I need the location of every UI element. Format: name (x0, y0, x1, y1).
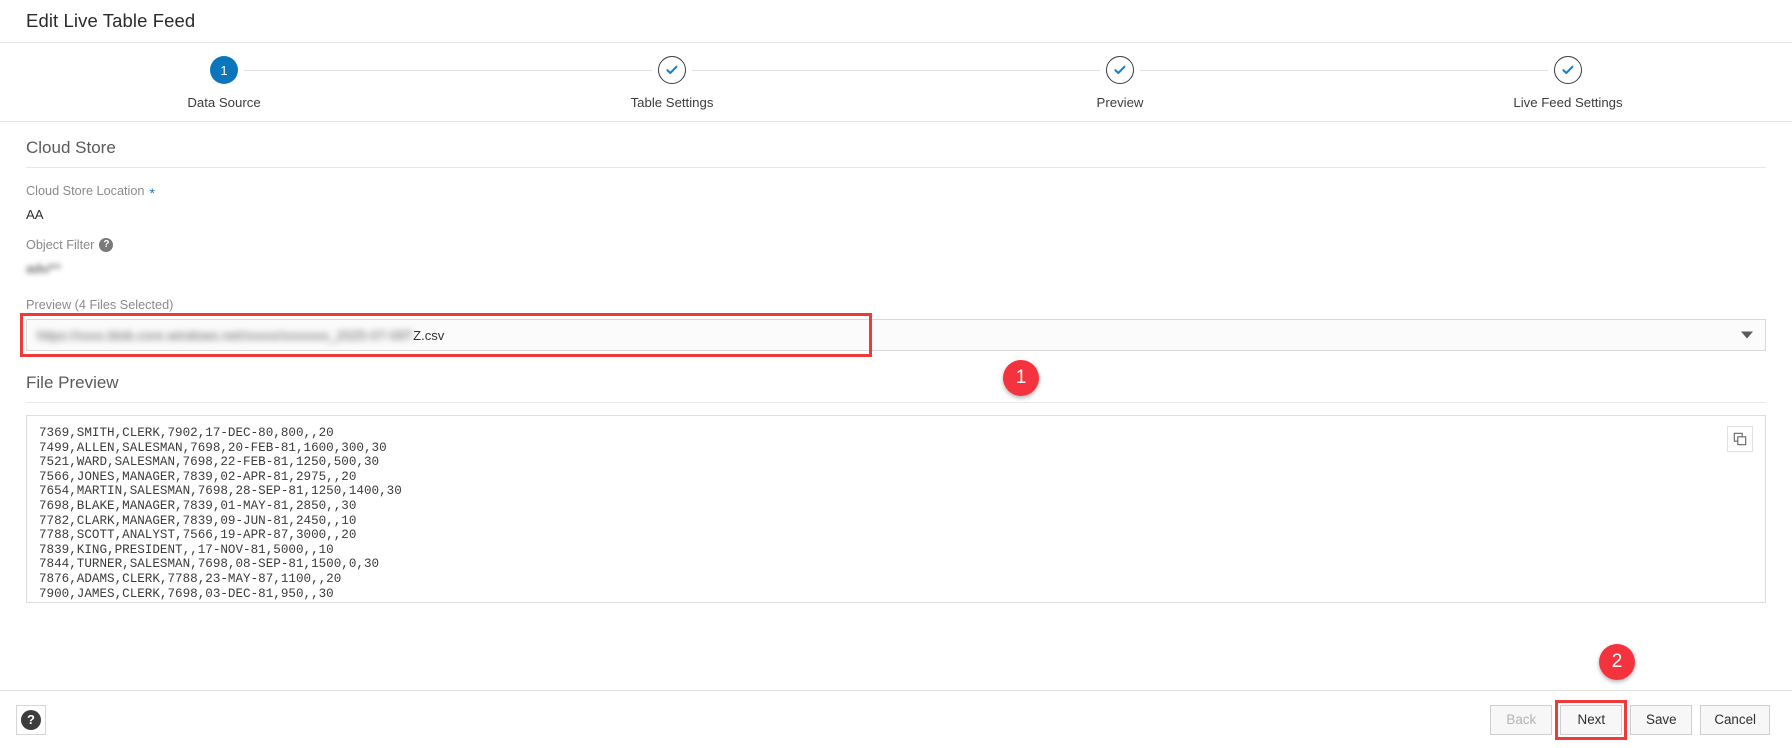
wizard-step-label: Table Settings (630, 95, 714, 110)
wizard-step-data-source[interactable]: 1 Data Source (0, 43, 448, 110)
field-label-text: Object Filter (26, 238, 95, 252)
dialog-footer: ? Back Next Save Cancel (0, 690, 1792, 748)
step-connector-left (896, 70, 1100, 71)
check-icon (1562, 65, 1574, 75)
annotation-badge-2: 2 (1599, 644, 1635, 680)
step-marker-1: 1 (210, 56, 238, 84)
preview-files-selected-label: Preview (4 Files Selected) (26, 298, 174, 312)
wizard-step-live-feed-settings[interactable]: Live Feed Settings (1344, 43, 1792, 110)
check-icon (666, 65, 678, 75)
question-mark-icon: ? (21, 709, 41, 730)
save-button[interactable]: Save (1630, 704, 1693, 735)
cloud-store-location-value: AA (26, 207, 44, 222)
footer-actions: Back Next Save Cancel (1490, 699, 1776, 740)
field-label: Cloud Store Location * (26, 184, 1766, 201)
field-label-text: Cloud Store Location (26, 184, 145, 198)
question-mark-icon[interactable]: ? (99, 238, 114, 252)
file-preview-code-box[interactable]: 7369,SMITH,CLERK,7902,17-DEC-80,800,,20 … (26, 415, 1766, 603)
step-connector-left (1344, 70, 1548, 71)
field-object-filter: Object Filter ? adv/** (26, 238, 1766, 276)
preview-file-select-row: https://xxxx.blob.core.windows.net/xxxxx… (20, 313, 1766, 357)
preview-file-visible-tail: Z.csv (413, 327, 445, 343)
help-button[interactable]: ? (16, 704, 46, 735)
page-title: Edit Live Table Feed (26, 10, 196, 31)
step-connector-left (448, 70, 652, 71)
section-title-cloud-store: Cloud Store (26, 122, 1766, 168)
step-marker-check-icon (1554, 56, 1582, 84)
step-connector-right (1140, 70, 1344, 71)
preview-file-select[interactable]: https://xxxx.blob.core.windows.net/xxxxx… (26, 319, 1766, 351)
preview-file-selector-block: Preview (4 Files Selected) https://xxxx.… (20, 298, 1766, 357)
dialog-title-bar: Edit Live Table Feed (0, 0, 1792, 42)
field-cloud-store-location: Cloud Store Location * AA (26, 184, 1766, 222)
edit-live-table-feed-dialog: Edit Live Table Feed 1 Data Source Table… (0, 0, 1792, 748)
wizard-stepper: 1 Data Source Table Settings Preview Liv… (0, 42, 1792, 122)
wizard-step-label: Preview (1096, 95, 1144, 110)
copy-icon (1733, 432, 1747, 446)
field-label: Object Filter ? (26, 238, 1766, 252)
wizard-step-label: Live Feed Settings (1513, 95, 1623, 110)
chevron-down-icon[interactable] (1741, 331, 1753, 339)
next-button[interactable]: Next (1560, 704, 1623, 735)
object-filter-redacted-value: adv/** (26, 261, 62, 276)
step-connector-right (692, 70, 896, 71)
section-title-file-preview: File Preview (26, 351, 1766, 403)
object-filter-value: adv/** (26, 261, 1766, 276)
check-icon (1114, 65, 1126, 75)
preview-file-redacted-value: https://xxxx.blob.core.windows.net/xxxxx… (37, 327, 414, 343)
cancel-button[interactable]: Cancel (1700, 704, 1770, 735)
dialog-body: Cloud Store Cloud Store Location * AA Ob… (0, 122, 1792, 603)
back-button[interactable]: Back (1490, 704, 1553, 735)
step-marker-check-icon (658, 56, 686, 84)
wizard-step-label: Data Source (187, 95, 261, 110)
wizard-step-table-settings[interactable]: Table Settings (448, 43, 896, 110)
wizard-step-preview[interactable]: Preview (896, 43, 1344, 110)
required-asterisk-icon: * (149, 185, 155, 201)
step-connector-right (244, 70, 448, 71)
annotation-badge-1: 1 (1003, 360, 1039, 396)
copy-button[interactable] (1727, 426, 1753, 452)
step-marker-check-icon (1106, 56, 1134, 84)
file-preview-content: 7369,SMITH,CLERK,7902,17-DEC-80,800,,20 … (39, 426, 402, 602)
